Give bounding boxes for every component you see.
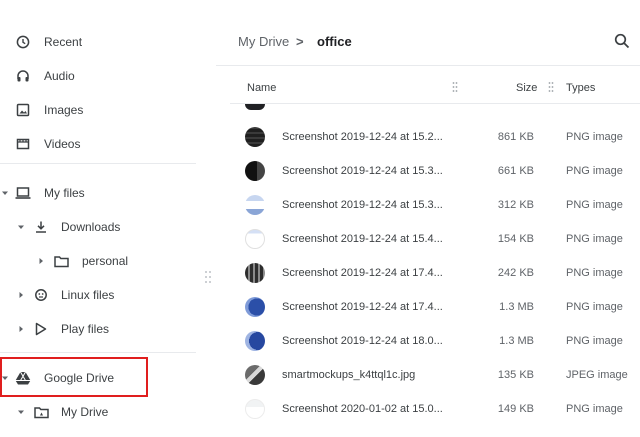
file-size: 661 KB [497, 165, 534, 177]
laptop-icon [14, 184, 32, 202]
file-thumbnail [245, 161, 265, 181]
sidebar-item-label: Recent [44, 35, 83, 49]
file-thumbnail [245, 195, 265, 215]
breadcrumb-current: office [317, 34, 352, 49]
file-name: Screenshot 2019-12-24 at 15.3... [282, 199, 443, 211]
file-row[interactable]: smartmockups_k4ttql1c.jpg 135 KB JPEG im… [230, 358, 640, 392]
file-type: PNG image [566, 199, 623, 211]
file-name: Screenshot 2020-01-02 at 15.0... [282, 403, 443, 415]
sidebar-item-label: Images [44, 103, 84, 117]
file-thumbnail [245, 229, 265, 249]
file-thumbnail [245, 331, 265, 351]
file-name: Screenshot 2019-12-24 at 17.4... [282, 267, 443, 279]
folder-icon [52, 252, 70, 270]
file-row[interactable]: Screenshot 2019-12-24 at 18.0... 1.3 MB … [230, 324, 640, 358]
search-icon [614, 33, 630, 49]
search-button[interactable] [614, 33, 632, 51]
file-thumbnail [245, 263, 265, 283]
sidebar-item-linux-files[interactable]: Linux files [16, 278, 114, 312]
file-name: Screenshot 2019-12-24 at 15.4... [282, 233, 443, 245]
file-name: smartmockups_k4ttql1c.jpg [282, 369, 416, 381]
file-type: PNG image [566, 233, 623, 245]
file-row[interactable]: Screenshot 2020-01-02 at 15.0... 149 KB … [230, 392, 640, 426]
file-thumbnail [245, 399, 265, 419]
download-icon [32, 218, 50, 236]
sidebar-item-personal[interactable]: personal [36, 244, 128, 278]
file-size: 135 KB [497, 369, 534, 381]
sidebar-item-images[interactable]: Images [14, 93, 83, 127]
file-row[interactable]: Screenshot 2019-12-24 at 15.2... 861 KB … [230, 120, 640, 154]
sidebar-item-label: My files [44, 186, 85, 200]
file-thumbnail [245, 127, 265, 147]
file-thumbnail [245, 297, 265, 317]
file-thumbnail [245, 365, 265, 385]
play-store-icon [32, 320, 50, 338]
sidebar-divider [0, 352, 196, 353]
file-size: 1.3 MB [499, 301, 534, 313]
column-resize-handle-icon[interactable] [452, 81, 458, 96]
expand-arrow-icon[interactable] [36, 257, 46, 265]
column-header-name[interactable]: Name [247, 82, 276, 94]
file-type: PNG image [566, 131, 623, 143]
file-type: PNG image [566, 335, 623, 347]
clock-icon [14, 33, 32, 51]
file-type: PNG image [566, 165, 623, 177]
headphones-icon [14, 67, 32, 85]
file-row[interactable]: Screenshot 2019-12-24 at 17.4... 242 KB … [230, 256, 640, 290]
sidebar-item-label: Downloads [61, 220, 121, 234]
sidebar-divider [0, 163, 196, 164]
sidebar-item-downloads[interactable]: Downloads [16, 210, 120, 244]
sidebar-item-videos[interactable]: Videos [14, 127, 80, 161]
file-name: Screenshot 2019-12-24 at 15.3... [282, 165, 443, 177]
expand-arrow-icon[interactable] [16, 325, 26, 333]
file-size: 149 KB [497, 403, 534, 415]
breadcrumb-my-drive[interactable]: My Drive [238, 34, 289, 49]
collapse-arrow-icon[interactable] [16, 408, 26, 416]
file-row[interactable]: Screenshot 2019-12-24 at 17.4... 1.3 MB … [230, 290, 640, 324]
file-size: 312 KB [497, 199, 534, 211]
column-header-bar: Name Size Types [230, 72, 640, 104]
file-size: 154 KB [497, 233, 534, 245]
file-size: 242 KB [497, 267, 534, 279]
sidebar-item-label: Play files [61, 322, 110, 336]
sidebar-item-label: Linux files [61, 288, 115, 302]
collapse-arrow-icon[interactable] [0, 189, 10, 197]
breadcrumb-separator: > [296, 34, 304, 49]
file-size: 1.3 MB [499, 335, 534, 347]
sidebar-item-my-drive[interactable]: My Drive [16, 395, 108, 429]
sidebar-item-recent[interactable]: Recent [14, 25, 82, 59]
file-type: PNG image [566, 301, 623, 313]
file-type: PNG image [566, 267, 623, 279]
resize-handle-icon[interactable] [204, 270, 212, 284]
file-name: Screenshot 2019-12-24 at 17.4... [282, 301, 443, 313]
column-resize-handle-icon[interactable] [548, 81, 554, 96]
partial-file-thumbnail [245, 104, 265, 110]
highlight-box [0, 357, 148, 397]
collapse-arrow-icon[interactable] [16, 223, 26, 231]
sidebar-item-label: My Drive [61, 405, 109, 419]
header: My Drive > office [216, 0, 640, 66]
drive-folder-icon [32, 403, 50, 421]
file-row[interactable]: Screenshot 2019-12-24 at 15.3... 661 KB … [230, 154, 640, 188]
sidebar-item-audio[interactable]: Audio [14, 59, 75, 93]
sidebar-item-label: Videos [44, 137, 81, 151]
sidebar-item-label: Audio [44, 69, 75, 83]
expand-arrow-icon[interactable] [16, 291, 26, 299]
film-icon [14, 135, 32, 153]
sidebar-item-my-files[interactable]: My files [0, 176, 85, 210]
file-row[interactable]: Screenshot 2019-12-24 at 15.4... 154 KB … [230, 222, 640, 256]
sidebar-item-play-files[interactable]: Play files [16, 312, 109, 346]
column-header-types[interactable]: Types [566, 82, 595, 94]
file-name: Screenshot 2019-12-24 at 15.2... [282, 131, 443, 143]
file-name: Screenshot 2019-12-24 at 18.0... [282, 335, 443, 347]
file-type: JPEG image [566, 369, 628, 381]
column-header-size[interactable]: Size [516, 82, 537, 94]
image-icon [14, 101, 32, 119]
sidebar: Recent Audio Images Videos My files Down… [0, 0, 200, 437]
file-size: 861 KB [497, 131, 534, 143]
sidebar-item-label: personal [82, 254, 129, 268]
linux-penguin-icon [32, 286, 50, 304]
file-type: PNG image [566, 403, 623, 415]
file-row[interactable]: Screenshot 2019-12-24 at 15.3... 312 KB … [230, 188, 640, 222]
